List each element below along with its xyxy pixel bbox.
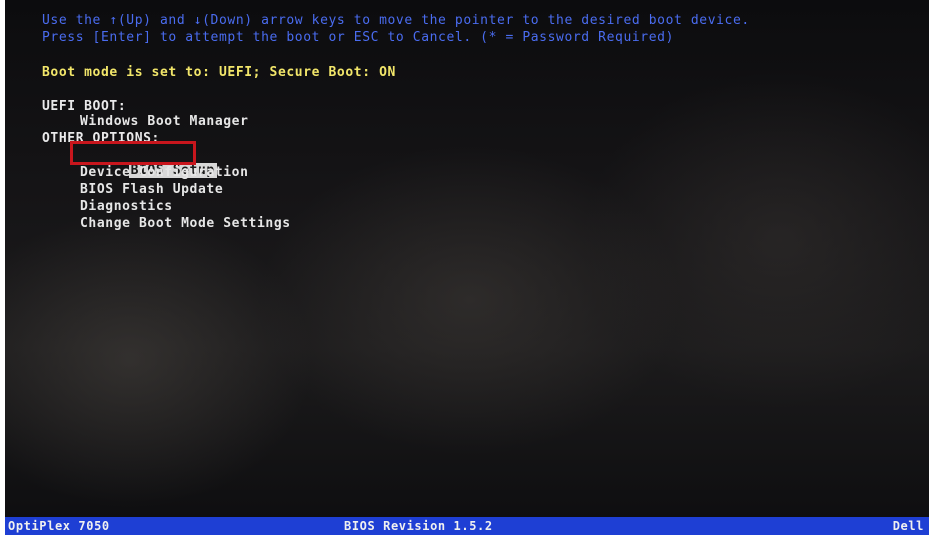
photo-border-left bbox=[0, 0, 5, 535]
menu-item-device-configuration[interactable]: Device Configuration bbox=[80, 165, 249, 180]
bios-revision-label: BIOS Revision 1.5.2 bbox=[344, 519, 493, 533]
vendor-label: Dell bbox=[892, 519, 924, 533]
menu-item-bios-flash-update[interactable]: BIOS Flash Update bbox=[80, 182, 223, 197]
selection-highlight-box bbox=[70, 141, 196, 165]
uefi-boot-header: UEFI BOOT: bbox=[42, 99, 127, 114]
boot-mode-status: Boot mode is set to: UEFI; Secure Boot: … bbox=[42, 65, 396, 80]
instruction-line-1: Use the ↑(Up) and ↓(Down) arrow keys to … bbox=[42, 13, 750, 28]
photo-border-right bbox=[929, 0, 934, 535]
bios-status-bar: OptiPlex 7050 BIOS Revision 1.5.2 Dell bbox=[4, 517, 930, 535]
bios-boot-menu-screen: Use the ↑(Up) and ↓(Down) arrow keys to … bbox=[0, 0, 934, 535]
instruction-line-2: Press [Enter] to attempt the boot or ESC… bbox=[42, 30, 674, 45]
system-model-label: OptiPlex 7050 bbox=[8, 519, 110, 533]
menu-item-change-boot-mode-settings[interactable]: Change Boot Mode Settings bbox=[80, 216, 291, 231]
menu-item-diagnostics[interactable]: Diagnostics bbox=[80, 199, 173, 214]
boot-option-windows-boot-manager[interactable]: Windows Boot Manager bbox=[80, 114, 249, 129]
boot-menu-content: Use the ↑(Up) and ↓(Down) arrow keys to … bbox=[0, 0, 934, 535]
